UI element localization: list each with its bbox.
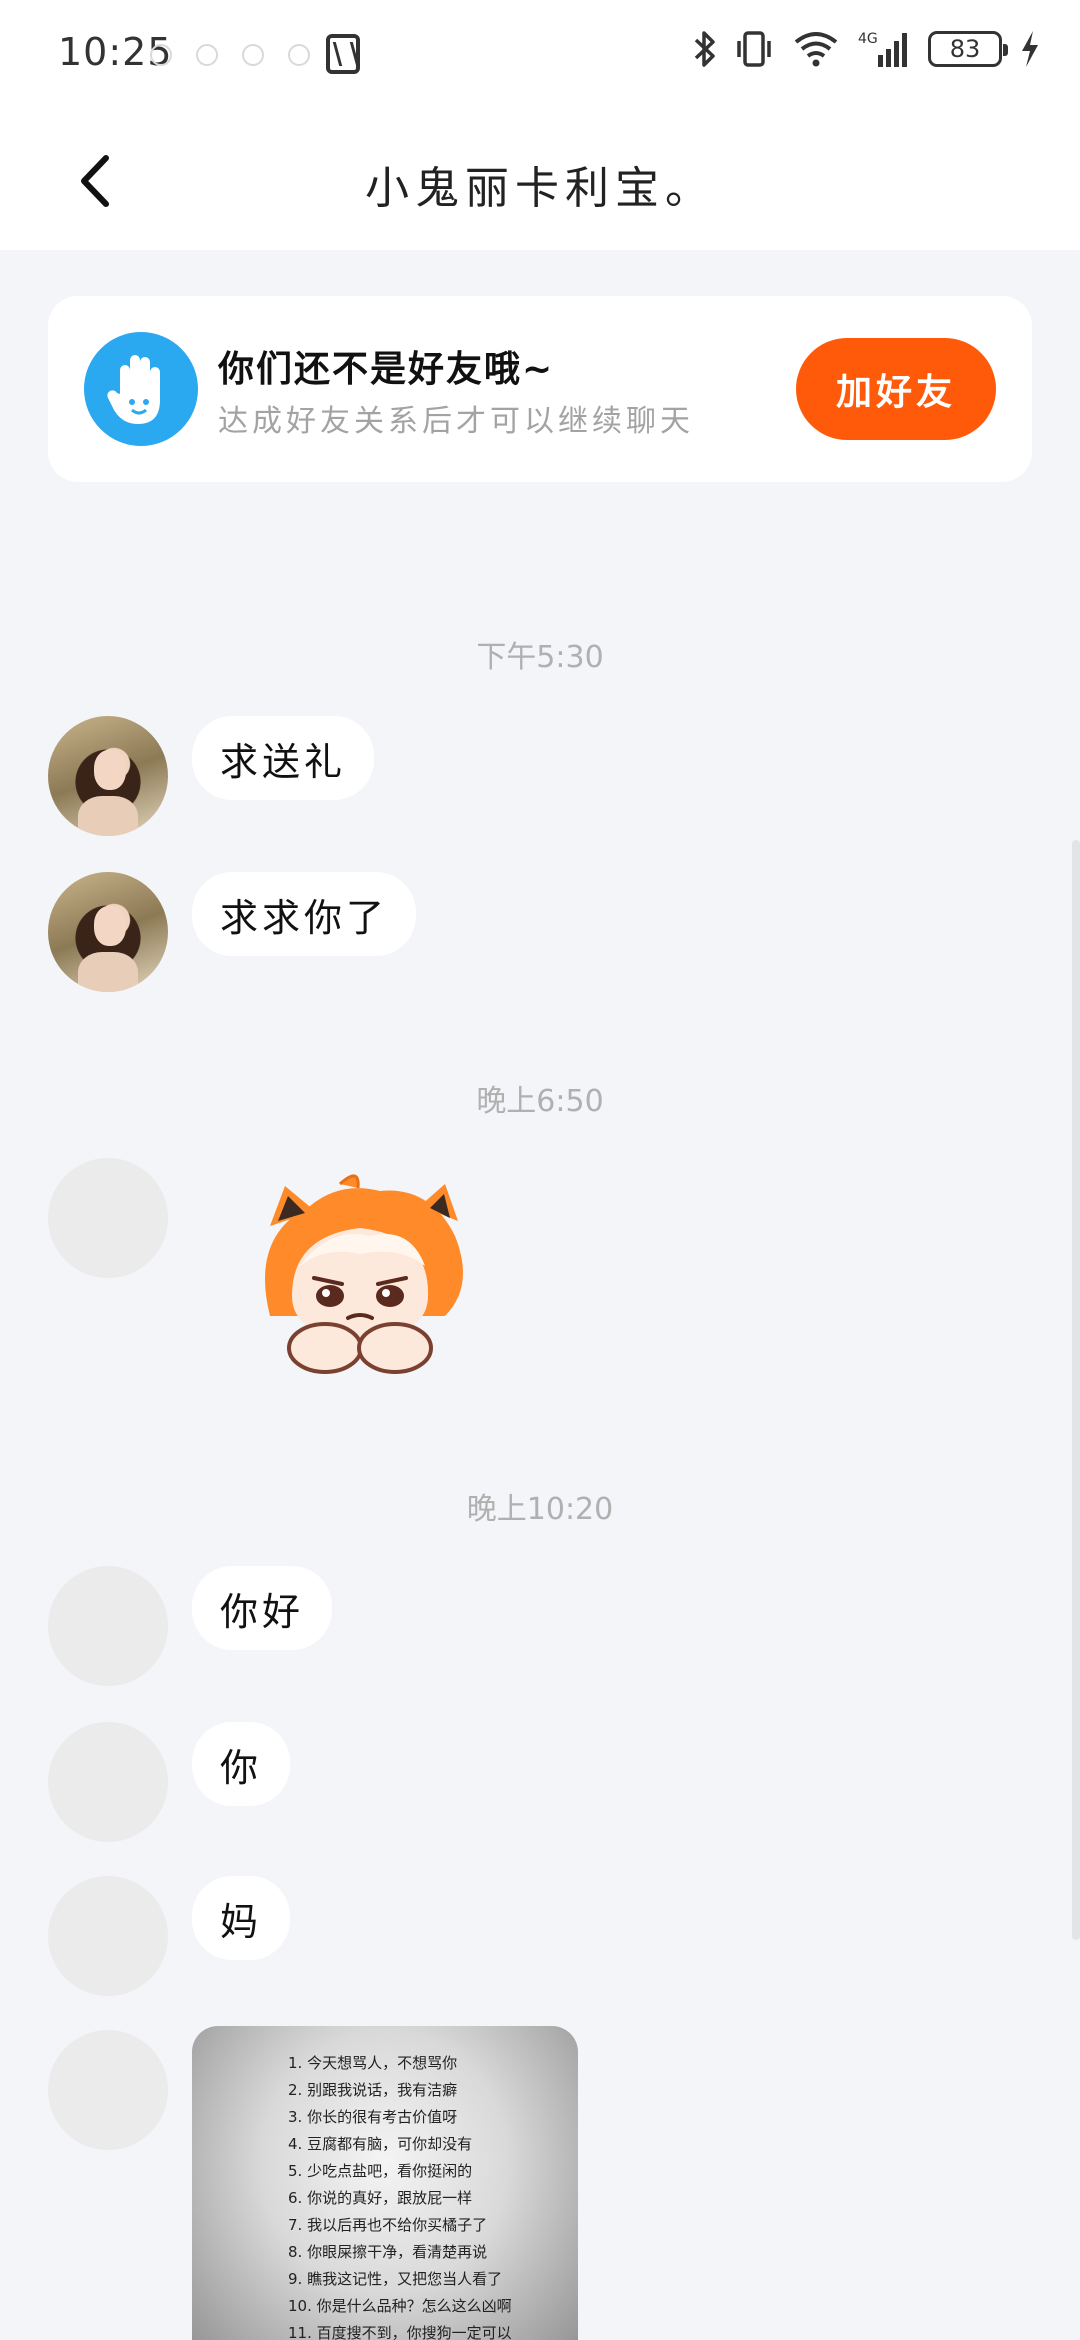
image-text-line: 11. 百度搜不到，你搜狗一定可以 xyxy=(288,2324,512,2340)
image-text-line: 8. 你眼屎擦干净，看清楚再说 xyxy=(288,2243,488,2261)
message-bubble[interactable]: 你 xyxy=(192,1722,291,1806)
image-text-line: 4. 豆腐都有脑，可你却没有 xyxy=(288,2135,473,2153)
add-friend-button[interactable]: 加好友 xyxy=(796,338,996,440)
bluetooth-icon xyxy=(694,28,716,70)
image-text-line: 9. 瞧我这记性，又把您当人看了 xyxy=(288,2270,503,2288)
message-bubble[interactable]: 妈 xyxy=(192,1876,291,1960)
scrollbar[interactable] xyxy=(1072,840,1080,1940)
image-message[interactable]: 1. 今天想骂人，不想骂你 2. 别跟我说话，我有洁癖 3. 你长的很有考古价值… xyxy=(192,2026,578,2340)
avatar[interactable] xyxy=(48,1158,168,1278)
image-text-line: 7. 我以后再也不给你买橘子了 xyxy=(288,2216,488,2234)
image-text-line: 5. 少吃点盐吧，看你挺闲的 xyxy=(288,2162,473,2180)
image-text-list: 1. 今天想骂人，不想骂你 2. 别跟我说话，我有洁癖 3. 你长的很有考古价值… xyxy=(288,2050,512,2340)
nfc-icon xyxy=(326,34,360,74)
message-bubble[interactable]: 求送礼 xyxy=(192,716,375,800)
image-text-line: 10. 你是什么品种？怎么这么凶啊 xyxy=(288,2297,512,2315)
avatar[interactable] xyxy=(48,1876,168,1996)
notification-dots xyxy=(150,44,310,66)
chat-header: 小鬼丽卡利宝。 xyxy=(0,110,1080,250)
page-title: 小鬼丽卡利宝。 xyxy=(365,163,715,214)
message-bubble[interactable]: 你好 xyxy=(192,1566,333,1650)
network-type: 4G xyxy=(858,31,878,47)
image-text-line: 3. 你长的很有考古价值呀 xyxy=(288,2108,458,2126)
vibrate-icon xyxy=(734,29,774,69)
charging-icon xyxy=(1020,31,1040,67)
timestamp: 晚上10:20 xyxy=(466,1492,614,1527)
wifi-icon xyxy=(792,30,840,68)
battery-level: 83 xyxy=(949,35,981,63)
avatar[interactable] xyxy=(48,716,168,836)
crying-girl-sticker-icon xyxy=(265,1174,463,1374)
notification-icon xyxy=(288,44,310,66)
status-bar: 10:25 4G 83 xyxy=(0,0,1080,110)
image-text-line: 1. 今天想骂人，不想骂你 xyxy=(288,2054,458,2072)
banner-title: 你们还不是好友哦~ xyxy=(218,349,555,390)
timestamp: 下午5:30 xyxy=(476,640,604,675)
status-indicators: 4G 83 xyxy=(694,28,1040,70)
add-friend-banner: 你们还不是好友哦~ 达成好友关系后才可以继续聊天 加好友 xyxy=(48,296,1032,482)
image-text-line: 2. 别跟我说话，我有洁癖 xyxy=(288,2081,458,2099)
notification-icon xyxy=(150,44,172,66)
message-bubble[interactable]: 求求你了 xyxy=(192,872,417,956)
wave-hand-icon xyxy=(84,332,198,446)
notification-icon xyxy=(242,44,264,66)
banner-subtitle: 达成好友关系后才可以继续聊天 xyxy=(218,404,694,439)
notification-icon xyxy=(196,44,218,66)
avatar[interactable] xyxy=(48,2030,168,2150)
avatar[interactable] xyxy=(48,1566,168,1686)
sticker-message[interactable] xyxy=(230,1166,490,1386)
avatar[interactable] xyxy=(48,1722,168,1842)
signal-icon: 4G xyxy=(858,29,910,69)
timestamp: 晚上6:50 xyxy=(476,1084,604,1119)
battery-indicator: 83 xyxy=(928,31,1008,67)
avatar[interactable] xyxy=(48,872,168,992)
image-text-line: 6. 你说的真好，跟放屁一样 xyxy=(288,2189,473,2207)
